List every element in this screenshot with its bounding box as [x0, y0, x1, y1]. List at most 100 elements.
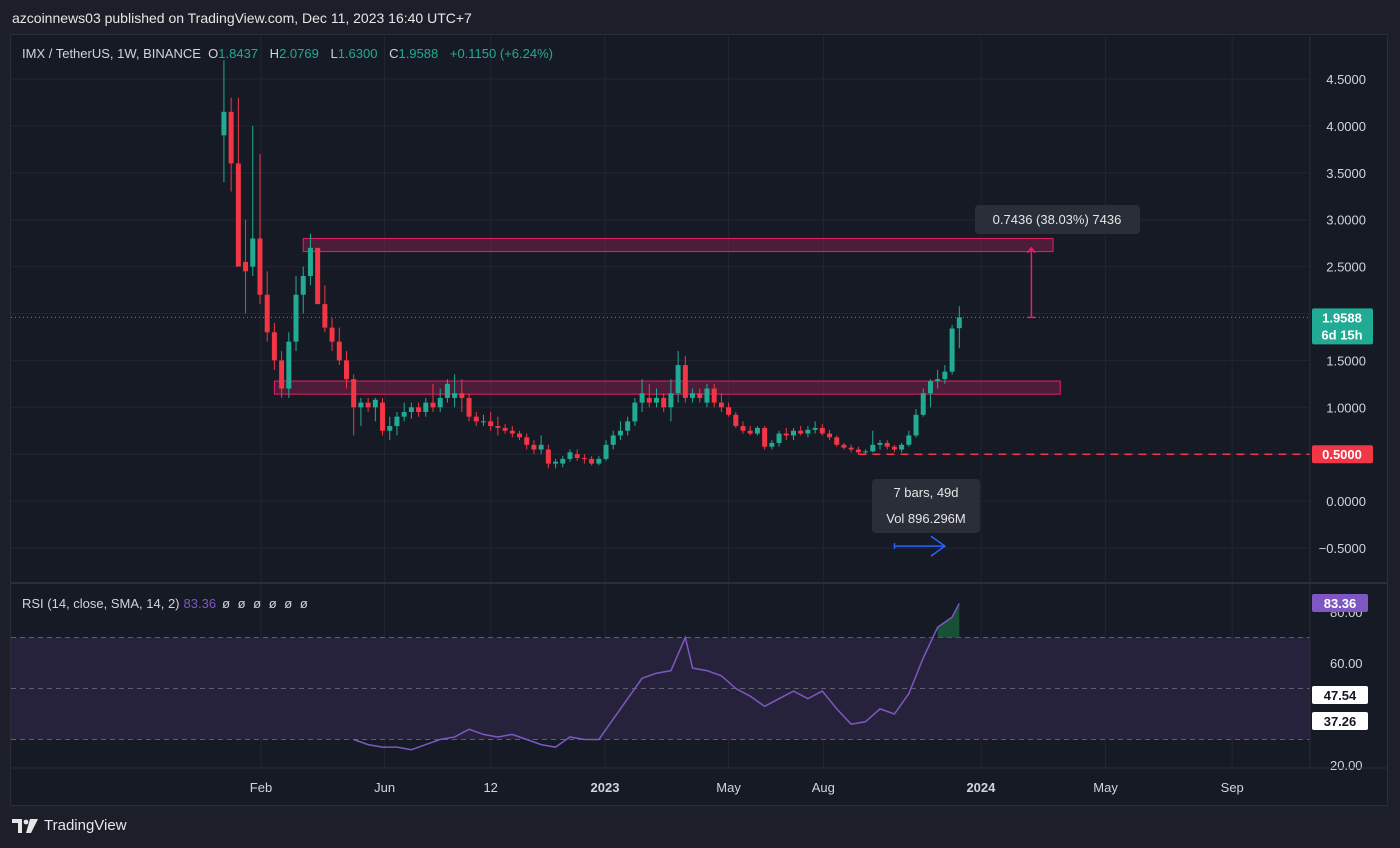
- candle-body[interactable]: [661, 397, 667, 408]
- candle-body[interactable]: [884, 442, 890, 447]
- candle-body[interactable]: [286, 341, 292, 389]
- candle-body[interactable]: [509, 430, 515, 434]
- candle-body[interactable]: [747, 430, 753, 434]
- candle-body[interactable]: [819, 427, 825, 434]
- candle-body[interactable]: [711, 388, 717, 403]
- rsi-label[interactable]: RSI (14, close, SMA, 14, 2): [22, 596, 180, 611]
- candle-body[interactable]: [271, 332, 277, 361]
- support-zone[interactable]: [273, 380, 1061, 395]
- candle-body[interactable]: [812, 427, 818, 430]
- candle-body[interactable]: [444, 383, 450, 398]
- candle-body[interactable]: [538, 444, 544, 450]
- candle-body[interactable]: [848, 447, 854, 450]
- candle-body[interactable]: [870, 444, 876, 452]
- candle-body[interactable]: [697, 393, 703, 398]
- candle-body[interactable]: [899, 444, 905, 450]
- candle-body[interactable]: [243, 261, 249, 272]
- resistance-zone[interactable]: [302, 237, 1054, 253]
- candle-body[interactable]: [798, 430, 804, 434]
- candle-body[interactable]: [545, 449, 551, 464]
- candle-body[interactable]: [956, 317, 962, 329]
- candle-body[interactable]: [927, 381, 933, 394]
- candle-body[interactable]: [863, 451, 869, 453]
- candle-body[interactable]: [257, 238, 263, 295]
- candle-body[interactable]: [877, 442, 883, 445]
- candle-body[interactable]: [437, 397, 443, 408]
- tradingview-logo[interactable]: TradingView: [12, 817, 127, 834]
- candle-body[interactable]: [769, 442, 775, 447]
- candle-body[interactable]: [524, 437, 530, 445]
- candle-body[interactable]: [480, 421, 486, 423]
- candle-body[interactable]: [790, 430, 796, 436]
- candle-body[interactable]: [228, 111, 234, 164]
- candle-body[interactable]: [408, 407, 414, 412]
- candle-body[interactable]: [517, 433, 523, 438]
- pane-separator[interactable]: [11, 582, 1387, 584]
- candle-body[interactable]: [473, 416, 479, 422]
- candle-body[interactable]: [783, 433, 789, 436]
- candle-body[interactable]: [293, 294, 299, 342]
- candle-body[interactable]: [617, 430, 623, 436]
- candle-body[interactable]: [567, 452, 573, 459]
- candle-body[interactable]: [307, 247, 313, 276]
- candle-body[interactable]: [394, 416, 400, 427]
- candle-body[interactable]: [920, 393, 926, 415]
- candle-body[interactable]: [632, 402, 638, 422]
- candle-body[interactable]: [336, 341, 342, 361]
- candle-body[interactable]: [401, 411, 407, 417]
- candle-body[interactable]: [653, 397, 659, 403]
- candle-body[interactable]: [906, 435, 912, 445]
- candle-body[interactable]: [841, 444, 847, 448]
- candle-body[interactable]: [502, 427, 508, 431]
- candle-body[interactable]: [358, 402, 364, 408]
- candle-body[interactable]: [329, 327, 335, 342]
- candle-body[interactable]: [553, 461, 559, 464]
- candle-body[interactable]: [682, 365, 688, 398]
- candle-body[interactable]: [560, 458, 566, 464]
- candle-body[interactable]: [315, 247, 321, 305]
- candle-body[interactable]: [718, 402, 724, 408]
- candle-body[interactable]: [466, 397, 472, 417]
- candle-body[interactable]: [726, 407, 732, 415]
- candle-body[interactable]: [452, 393, 458, 398]
- candle-body[interactable]: [639, 393, 645, 403]
- chart-canvas[interactable]: 4.50004.00003.50003.00002.50002.00001.50…: [0, 0, 1400, 848]
- candle-body[interactable]: [776, 433, 782, 443]
- candle-body[interactable]: [610, 435, 616, 445]
- candle-body[interactable]: [834, 437, 840, 445]
- symbol-label[interactable]: IMX / TetherUS, 1W, BINANCE: [22, 46, 201, 61]
- candle-body[interactable]: [430, 402, 436, 408]
- candle-body[interactable]: [855, 449, 861, 453]
- candle-body[interactable]: [935, 379, 941, 382]
- candle-body[interactable]: [668, 393, 674, 408]
- candle-body[interactable]: [891, 446, 897, 450]
- candle-body[interactable]: [675, 365, 681, 394]
- candle-body[interactable]: [733, 414, 739, 427]
- candle-body[interactable]: [221, 111, 227, 136]
- candle-body[interactable]: [531, 444, 537, 450]
- candle-body[interactable]: [581, 457, 587, 459]
- candle-body[interactable]: [704, 388, 710, 403]
- candle-body[interactable]: [235, 163, 241, 267]
- candle-body[interactable]: [351, 379, 357, 408]
- candle-body[interactable]: [690, 393, 696, 398]
- candle-body[interactable]: [380, 402, 386, 431]
- candle-body[interactable]: [250, 238, 256, 267]
- candle-body[interactable]: [596, 458, 602, 464]
- candle-body[interactable]: [300, 275, 306, 295]
- candle-body[interactable]: [805, 429, 811, 434]
- candle-body[interactable]: [416, 407, 422, 412]
- candle-body[interactable]: [343, 360, 349, 380]
- candle-body[interactable]: [762, 427, 768, 447]
- candle-body[interactable]: [589, 458, 595, 464]
- candle-body[interactable]: [264, 294, 270, 333]
- candle-body[interactable]: [322, 304, 328, 328]
- candle-body[interactable]: [754, 427, 760, 434]
- candle-body[interactable]: [603, 444, 609, 459]
- candle-body[interactable]: [423, 402, 429, 412]
- candle-body[interactable]: [625, 421, 631, 431]
- candle-body[interactable]: [488, 421, 494, 427]
- candle-body[interactable]: [459, 393, 465, 398]
- candle-body[interactable]: [279, 360, 285, 389]
- candle-body[interactable]: [574, 454, 580, 458]
